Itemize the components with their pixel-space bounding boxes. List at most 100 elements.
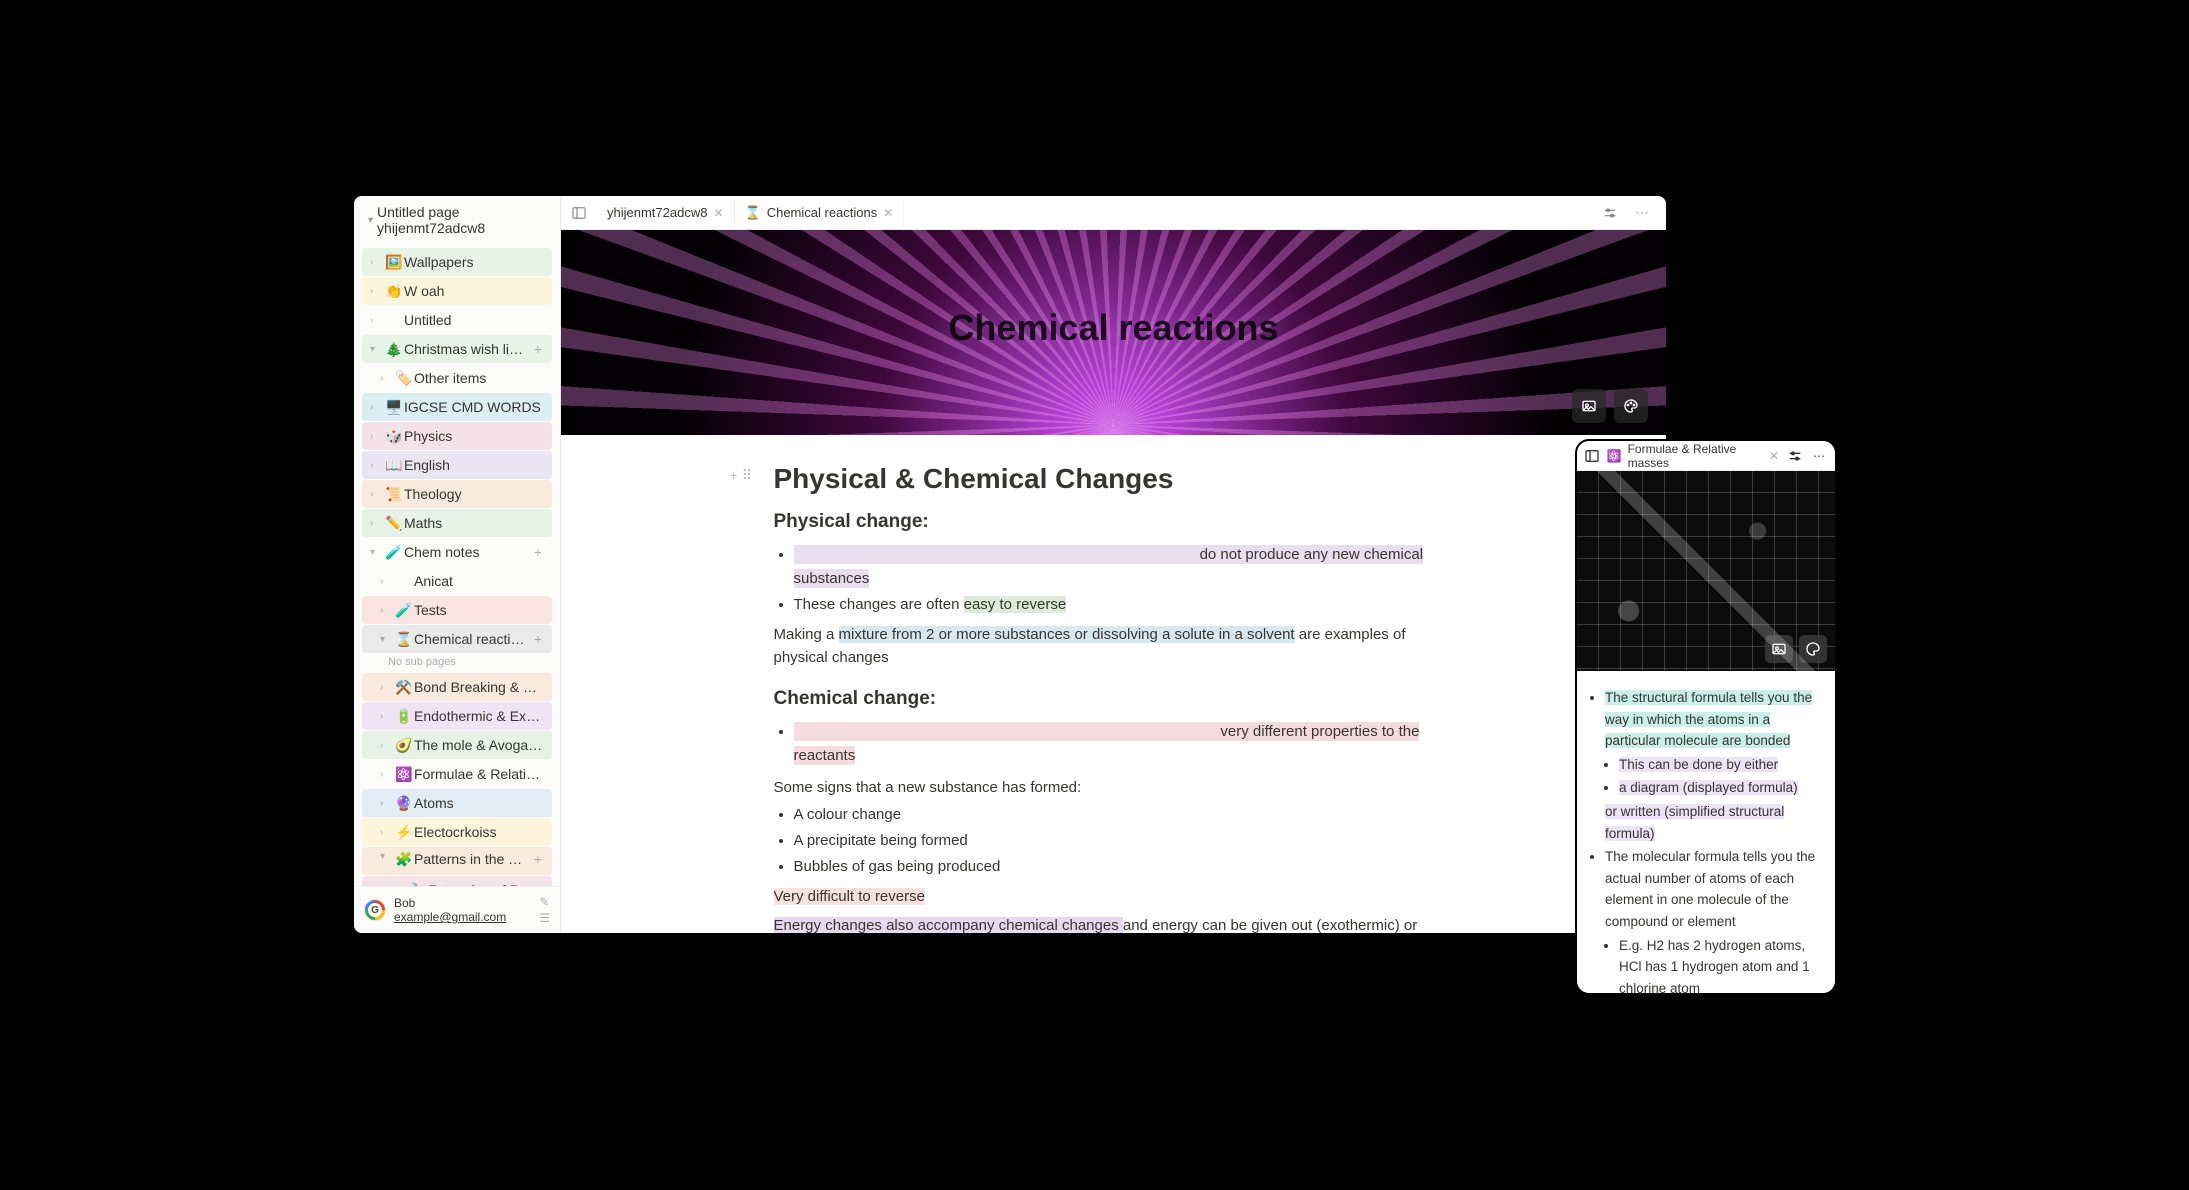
page-icon: 🧩 bbox=[394, 851, 414, 868]
chevron-icon[interactable]: › bbox=[370, 315, 384, 326]
sidebar-item-label: Atoms bbox=[414, 795, 546, 811]
drag-handle-icon[interactable]: ⠿ bbox=[742, 467, 752, 484]
chevron-icon[interactable]: › bbox=[380, 373, 394, 384]
block-handles[interactable]: + ⠿ bbox=[730, 467, 752, 484]
sidebar-item[interactable]: ›📜Theology bbox=[362, 480, 552, 508]
sidebar-item[interactable]: ›🔮Atoms bbox=[362, 789, 552, 817]
chevron-icon[interactable]: › bbox=[370, 489, 384, 500]
page-icon: 🧪 bbox=[384, 544, 404, 561]
sidebar-item[interactable]: ›🧪Tests bbox=[362, 596, 552, 624]
add-block-icon[interactable]: + bbox=[730, 467, 738, 484]
paragraph: Energy changes also accompany chemical c… bbox=[774, 914, 1454, 933]
chevron-icon[interactable]: › bbox=[370, 286, 384, 297]
page-icon: ⚛️ bbox=[394, 766, 414, 783]
chevron-icon[interactable]: › bbox=[370, 402, 384, 413]
more-icon[interactable]: ⋯ bbox=[1630, 201, 1654, 225]
cover-palette-button[interactable] bbox=[1614, 389, 1648, 423]
add-subpage-icon[interactable]: + bbox=[530, 631, 546, 647]
cover-image-button[interactable] bbox=[1765, 635, 1793, 663]
sidebar-item-label: Christmas wish list 2023 bbox=[404, 341, 530, 357]
sidebar-item[interactable]: ›⚒️Bond Breaking & Bond Form… bbox=[362, 673, 552, 701]
sidebar-item-label: Patterns in the periodic table bbox=[414, 851, 530, 867]
chevron-icon[interactable]: › bbox=[380, 827, 394, 838]
chevron-icon[interactable]: › bbox=[380, 576, 394, 587]
chevron-icon[interactable]: › bbox=[370, 518, 384, 529]
add-subpage-icon[interactable]: + bbox=[530, 851, 546, 867]
brush-icon[interactable]: ✎ bbox=[539, 895, 550, 909]
sidebar-item[interactable]: ›🖼️Wallpapers bbox=[362, 248, 552, 276]
panel-toggle-icon[interactable] bbox=[1583, 446, 1601, 466]
sidebar-item[interactable]: ›🏷️Other items bbox=[362, 364, 552, 392]
sidebar-item[interactable]: ›🥑The mole & Avogadro Const… bbox=[362, 731, 552, 759]
sidebar-item-label: Bond Breaking & Bond Form… bbox=[414, 679, 546, 695]
cover-image-button[interactable] bbox=[1572, 389, 1606, 423]
add-subpage-icon[interactable]: + bbox=[530, 341, 546, 357]
settings-sliders-icon[interactable]: ☰ bbox=[539, 911, 550, 925]
workspace-switcher[interactable]: ▾ Untitled page yhijenmt72adcw8 bbox=[360, 198, 554, 242]
sidebar-item-label: W oah bbox=[404, 283, 546, 299]
page-icon: ⚒️ bbox=[394, 679, 414, 696]
sidebar-item[interactable]: ▾🧪Chem notes+ bbox=[362, 538, 552, 566]
sidebar-item-label: English bbox=[404, 457, 546, 473]
chevron-icon[interactable]: ▾ bbox=[370, 547, 384, 558]
sidebar-item-label: Anicat bbox=[414, 573, 546, 589]
page-icon: 🧪 bbox=[394, 602, 414, 619]
chevron-icon[interactable]: › bbox=[370, 460, 384, 471]
sidebar-item[interactable]: ›🔋Endothermic & Exothermic bbox=[362, 702, 552, 730]
chevron-icon[interactable]: › bbox=[370, 431, 384, 442]
page-icon: 📜 bbox=[384, 486, 404, 503]
sidebar-item[interactable]: ›⚛️Formulae & Relative masses bbox=[362, 760, 552, 788]
panel-tab-label[interactable]: Formulae & Relative masses bbox=[1628, 442, 1763, 470]
close-icon[interactable]: ✕ bbox=[713, 206, 723, 220]
chevron-icon[interactable]: › bbox=[380, 711, 394, 722]
page-title: Chemical reactions bbox=[948, 307, 1278, 349]
chevron-icon[interactable]: › bbox=[370, 257, 384, 268]
adjustments-icon[interactable] bbox=[1598, 201, 1622, 225]
chevron-icon[interactable]: ▾ bbox=[380, 634, 394, 645]
account-name: Bob bbox=[394, 896, 506, 910]
adjustments-icon[interactable] bbox=[1785, 446, 1805, 466]
sidebar-item[interactable]: ▾🎄Christmas wish list 2023+ bbox=[362, 335, 552, 363]
tab[interactable]: yhijenmt72adcw8✕ bbox=[597, 199, 735, 227]
side-panel: ⚛️ Formulae & Relative masses ✕ ⋯ bbox=[1575, 439, 1837, 995]
sidebar-item-label: Endothermic & Exothermic bbox=[414, 708, 546, 724]
tab-label: Chemical reactions bbox=[767, 205, 878, 220]
page-icon: 🎲 bbox=[384, 428, 404, 445]
chevron-icon[interactable]: ▾ bbox=[380, 851, 394, 862]
chevron-icon[interactable]: › bbox=[380, 682, 394, 693]
google-icon bbox=[364, 899, 386, 921]
sidebar-item[interactable]: ▾⌛Chemical reactions+ bbox=[362, 625, 552, 653]
sidebar-item[interactable]: ▾🧩Patterns in the periodic table+ bbox=[362, 847, 552, 875]
sidebar-item[interactable]: ›🖥️IGCSE CMD WORDS bbox=[362, 393, 552, 421]
more-icon[interactable]: ⋯ bbox=[1809, 446, 1829, 466]
sidebar-item[interactable]: ›🎲Physics bbox=[362, 422, 552, 450]
page-icon: 👏 bbox=[384, 283, 404, 300]
list-item: Chemical changes produce new chemical su… bbox=[794, 720, 1454, 768]
tab[interactable]: ⌛Chemical reactions✕ bbox=[735, 199, 905, 227]
chevron-icon[interactable]: › bbox=[380, 740, 394, 751]
close-icon[interactable]: ✕ bbox=[1769, 449, 1779, 463]
list-item: or written (simplified structural formul… bbox=[1605, 801, 1823, 844]
sidebar-item[interactable]: ›👏W oah bbox=[362, 277, 552, 305]
sidebar-account[interactable]: Bob example@gmail.com ✎ ☰ bbox=[354, 886, 560, 933]
add-subpage-icon[interactable]: + bbox=[530, 544, 546, 560]
tab-bar: yhijenmt72adcw8✕⌛Chemical reactions✕ ⋯ bbox=[561, 196, 1666, 230]
sidebar-item-label: Physics bbox=[404, 428, 546, 444]
chevron-icon[interactable]: ▾ bbox=[370, 344, 384, 355]
close-icon[interactable]: ✕ bbox=[883, 206, 893, 220]
chevron-icon[interactable]: › bbox=[380, 798, 394, 809]
sidebar-item-label: Untitled bbox=[404, 312, 546, 328]
sidebar-item[interactable]: › Untitled bbox=[362, 306, 552, 334]
list-item: a diagram (displayed formula) bbox=[1619, 777, 1823, 799]
cover-palette-button[interactable] bbox=[1799, 635, 1827, 663]
page-content: + ⠿ Physical & Chemical Changes Physical… bbox=[561, 435, 1666, 933]
chevron-icon[interactable]: › bbox=[380, 769, 394, 780]
list-item: The molecular formula tells you the actu… bbox=[1605, 846, 1823, 993]
sidebar-item[interactable]: ›📖English bbox=[362, 451, 552, 479]
sidebar-item[interactable]: ›⚡Electocrkoiss bbox=[362, 818, 552, 846]
sidebar-item[interactable]: ›🔧Extraction of Reactive Metals bbox=[362, 876, 552, 886]
chevron-icon[interactable]: › bbox=[380, 605, 394, 616]
sidebar-item[interactable]: ›✏️Maths bbox=[362, 509, 552, 537]
sidebar-item[interactable]: › Anicat bbox=[362, 567, 552, 595]
panel-toggle-icon[interactable] bbox=[567, 201, 591, 225]
